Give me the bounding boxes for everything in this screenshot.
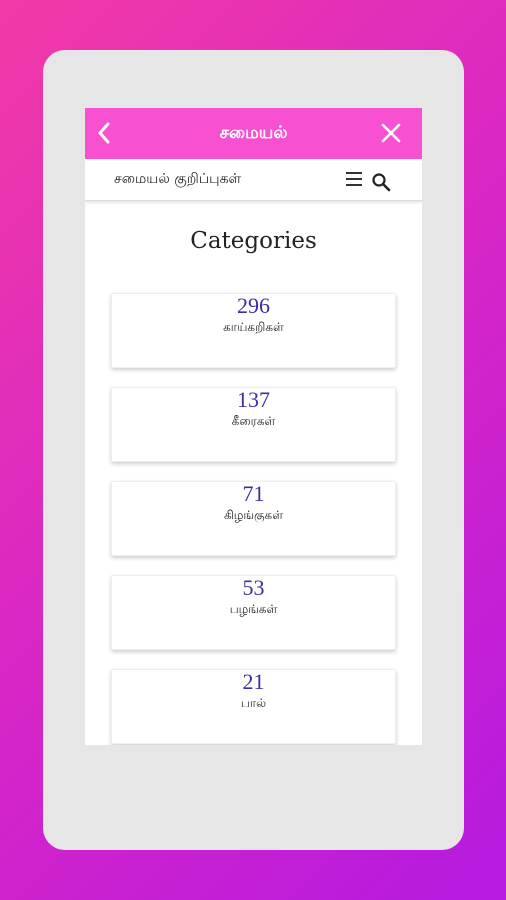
app-title: சமையல் [219,122,288,143]
chevron-left-icon [98,122,110,144]
category-count: 296 [237,293,270,318]
category-count: 71 [242,481,265,506]
category-count: 53 [242,575,265,600]
category-card[interactable]: 137 கீரைகள் [111,387,396,462]
app-screen: சமையல் சமையல் குறிப்புகள் Categories 296… [85,108,422,745]
category-label: கிழங்குகள் [223,508,284,522]
category-label: பால் [240,696,267,710]
back-button[interactable] [91,120,117,146]
sub-header: சமையல் குறிப்புகள் [85,159,422,201]
category-label: பழங்கள் [229,602,278,616]
close-button[interactable] [378,120,404,146]
category-count: 21 [242,669,265,694]
menu-button[interactable] [345,171,363,187]
category-label: காய்கறிகள் [223,320,284,334]
category-card[interactable]: 53 பழங்கள் [111,575,396,650]
page-title: Categories [190,228,317,254]
search-icon [372,173,391,192]
category-card[interactable]: 296 காய்கறிகள் [111,293,396,368]
category-list: 296 காய்கறிகள் 137 கீரைகள் 71 கிழங்குகள்… [111,293,396,745]
category-card[interactable]: 21 பால் [111,669,396,744]
app-bar: சமையல் [85,108,422,159]
category-count: 137 [237,387,270,412]
category-card[interactable]: 71 கிழங்குகள் [111,481,396,556]
search-button[interactable] [371,172,391,192]
sub-header-title: சமையல் குறிப்புகள் [114,171,242,187]
category-label: கீரைகள் [231,414,276,428]
menu-icon [346,172,362,186]
close-icon [381,123,401,143]
